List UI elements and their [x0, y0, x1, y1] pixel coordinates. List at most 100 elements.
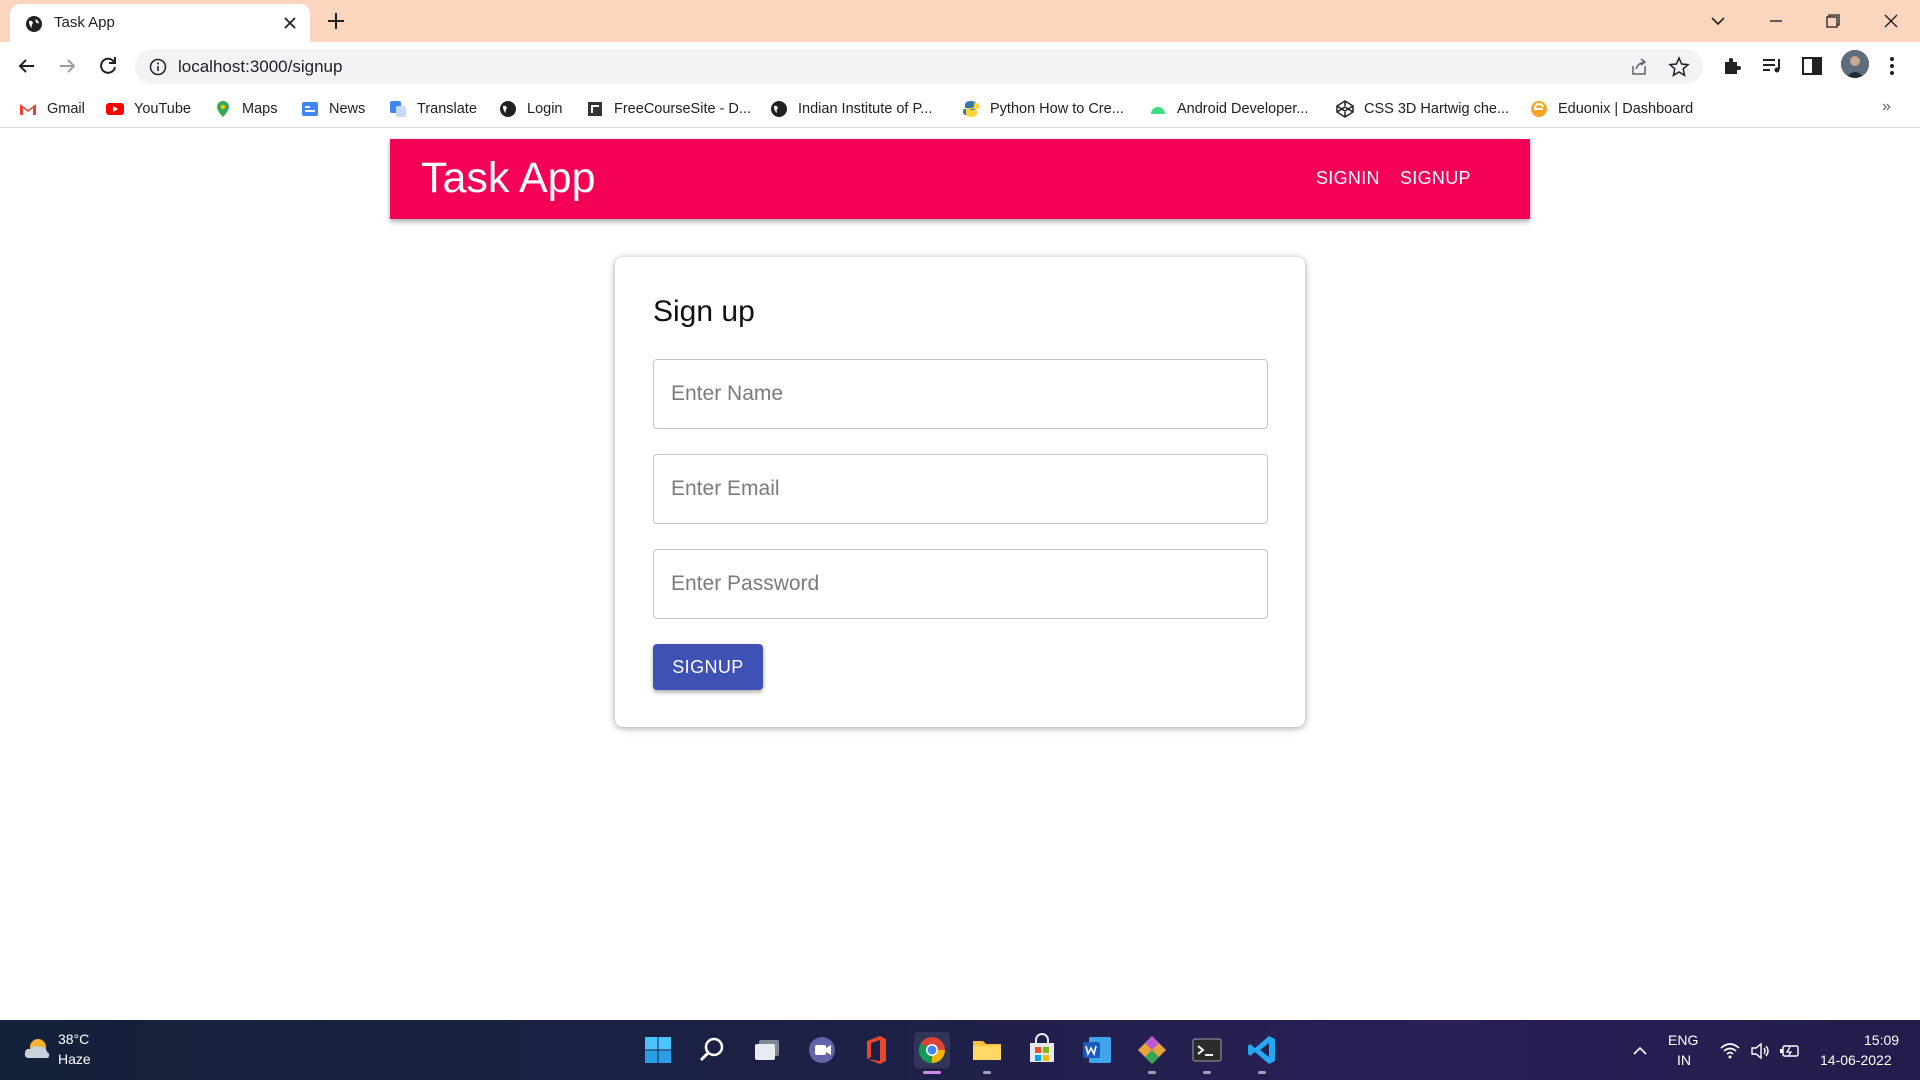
clock-date[interactable]: 14-06-2022 [1820, 1052, 1892, 1068]
bookmark-label: Translate [417, 101, 477, 117]
more-bookmarks-chevron[interactable]: » [1882, 98, 1891, 116]
bookmark-css-3d[interactable]: CSS 3D Hartwig che... [1336, 98, 1509, 120]
info-icon[interactable] [149, 58, 167, 76]
back-arrow-icon[interactable] [13, 52, 41, 80]
minimize-icon[interactable] [1763, 8, 1789, 34]
volume-icon[interactable] [1749, 1040, 1771, 1062]
microsoft-store-button[interactable] [1024, 1032, 1060, 1068]
signup-submit-button[interactable]: SIGNUP [653, 644, 763, 690]
terminal-button[interactable] [1189, 1032, 1225, 1074]
bookmarks-bar: Gmail YouTube Maps News Translate Login [0, 90, 1920, 128]
bookmark-indian-institute[interactable]: Indian Institute of P... [770, 98, 932, 120]
bookmark-translate[interactable]: Translate [389, 98, 477, 120]
signin-link[interactable]: SIGNIN [1316, 168, 1380, 189]
battery-icon[interactable] [1779, 1040, 1801, 1062]
gmail-icon [20, 104, 36, 115]
restore-icon[interactable] [1820, 8, 1846, 34]
git-button[interactable] [1134, 1032, 1170, 1074]
bookmark-label: Gmail [47, 101, 85, 117]
active-indicator [923, 1071, 941, 1074]
browser-tab[interactable]: Task App [10, 4, 310, 42]
news-icon [302, 102, 318, 116]
vscode-icon [1248, 1036, 1275, 1064]
language-indicator[interactable]: ENG [1668, 1032, 1698, 1048]
close-window-icon[interactable] [1878, 8, 1904, 34]
running-indicator [1258, 1071, 1266, 1074]
side-panel-icon[interactable] [1800, 54, 1824, 78]
word-icon [1083, 1037, 1111, 1063]
email-input[interactable] [654, 455, 1267, 523]
weather-temperature: 38°C [58, 1031, 90, 1047]
start-button[interactable] [640, 1032, 676, 1068]
bookmark-label: CSS 3D Hartwig che... [1364, 101, 1510, 117]
bookmark-label: Maps [242, 101, 278, 117]
bookmark-label: Android Developer... [1177, 101, 1309, 117]
more-vert-icon[interactable] [1880, 54, 1904, 78]
bookmark-gmail[interactable]: Gmail [19, 98, 85, 120]
task-view-icon [755, 1040, 779, 1060]
email-field[interactable] [653, 454, 1268, 524]
password-field[interactable] [653, 549, 1268, 619]
bookmark-eduonix[interactable]: Eduonix | Dashboard [1530, 98, 1693, 120]
bookmark-label: Python How to Cre... [990, 101, 1124, 117]
file-explorer-button[interactable] [969, 1032, 1005, 1074]
git-icon [1138, 1036, 1166, 1064]
reload-icon[interactable] [94, 52, 122, 80]
android-icon [1151, 107, 1165, 114]
password-input[interactable] [654, 550, 1267, 618]
office-button[interactable] [858, 1032, 894, 1068]
eduonix-icon [1531, 101, 1547, 117]
chrome-icon [918, 1037, 945, 1064]
browser-tab-strip: Task App [0, 0, 1920, 42]
vscode-button[interactable] [1244, 1032, 1280, 1074]
chevron-up-icon[interactable] [1629, 1040, 1651, 1062]
share-icon[interactable] [1629, 57, 1649, 77]
bookmark-login[interactable]: Login [499, 98, 562, 120]
python-icon [963, 101, 979, 117]
globe-icon [500, 101, 516, 117]
bookmark-label: Login [527, 101, 563, 117]
bookmark-android-developer[interactable]: Android Developer... [1149, 98, 1308, 120]
language-region[interactable]: IN [1677, 1052, 1691, 1068]
new-tab-plus-icon[interactable] [325, 10, 347, 32]
bookmark-label: News [329, 101, 366, 117]
name-field[interactable] [653, 359, 1268, 429]
weather-haze-icon[interactable] [22, 1035, 52, 1065]
task-view-button[interactable] [749, 1032, 785, 1068]
file-explorer-icon [973, 1041, 1001, 1060]
close-icon[interactable] [280, 13, 300, 33]
media-queue-icon[interactable] [1760, 54, 1784, 78]
bookmark-label: YouTube [134, 101, 191, 117]
forward-arrow-icon[interactable] [53, 52, 81, 80]
chevron-down-icon[interactable] [1705, 8, 1731, 34]
profile-avatar[interactable] [1841, 50, 1869, 78]
windows-taskbar: 38°C Haze ENG IN 15:09 14-06-2022 [0, 1020, 1920, 1080]
bookmark-label: FreeCourseSite - D... [614, 101, 751, 117]
terminal-icon [1192, 1038, 1222, 1062]
office-icon [867, 1036, 886, 1064]
address-bar[interactable]: localhost:3000/signup [135, 49, 1703, 84]
app-header: Task App SIGNIN SIGNUP [390, 139, 1530, 219]
extensions-puzzle-icon[interactable] [1720, 54, 1744, 78]
word-button[interactable] [1079, 1032, 1115, 1068]
taskbar-search-button[interactable] [694, 1032, 730, 1068]
clock-time[interactable]: 15:09 [1864, 1032, 1899, 1048]
store-icon [1030, 1033, 1054, 1062]
signup-card: Sign up SIGNUP [615, 257, 1305, 727]
wifi-icon[interactable] [1719, 1040, 1741, 1062]
bookmark-label: Indian Institute of P... [798, 101, 933, 117]
bookmark-star-icon[interactable] [1668, 56, 1690, 78]
name-input[interactable] [654, 360, 1267, 428]
running-indicator [1203, 1071, 1211, 1074]
signup-link[interactable]: SIGNUP [1400, 168, 1471, 189]
bookmark-freecoursesite[interactable]: FreeCourseSite - D... [586, 98, 751, 120]
youtube-icon [106, 103, 124, 115]
teams-chat-button[interactable] [804, 1032, 840, 1068]
url-text[interactable]: localhost:3000/signup [178, 57, 342, 77]
bookmark-news[interactable]: News [301, 98, 365, 120]
bookmark-python[interactable]: Python How to Cre... [962, 98, 1124, 120]
chrome-taskbar-button[interactable] [914, 1032, 950, 1074]
bookmark-maps[interactable]: Maps [214, 98, 277, 120]
app-title[interactable]: Task App [421, 154, 596, 203]
bookmark-youtube[interactable]: YouTube [106, 98, 191, 120]
